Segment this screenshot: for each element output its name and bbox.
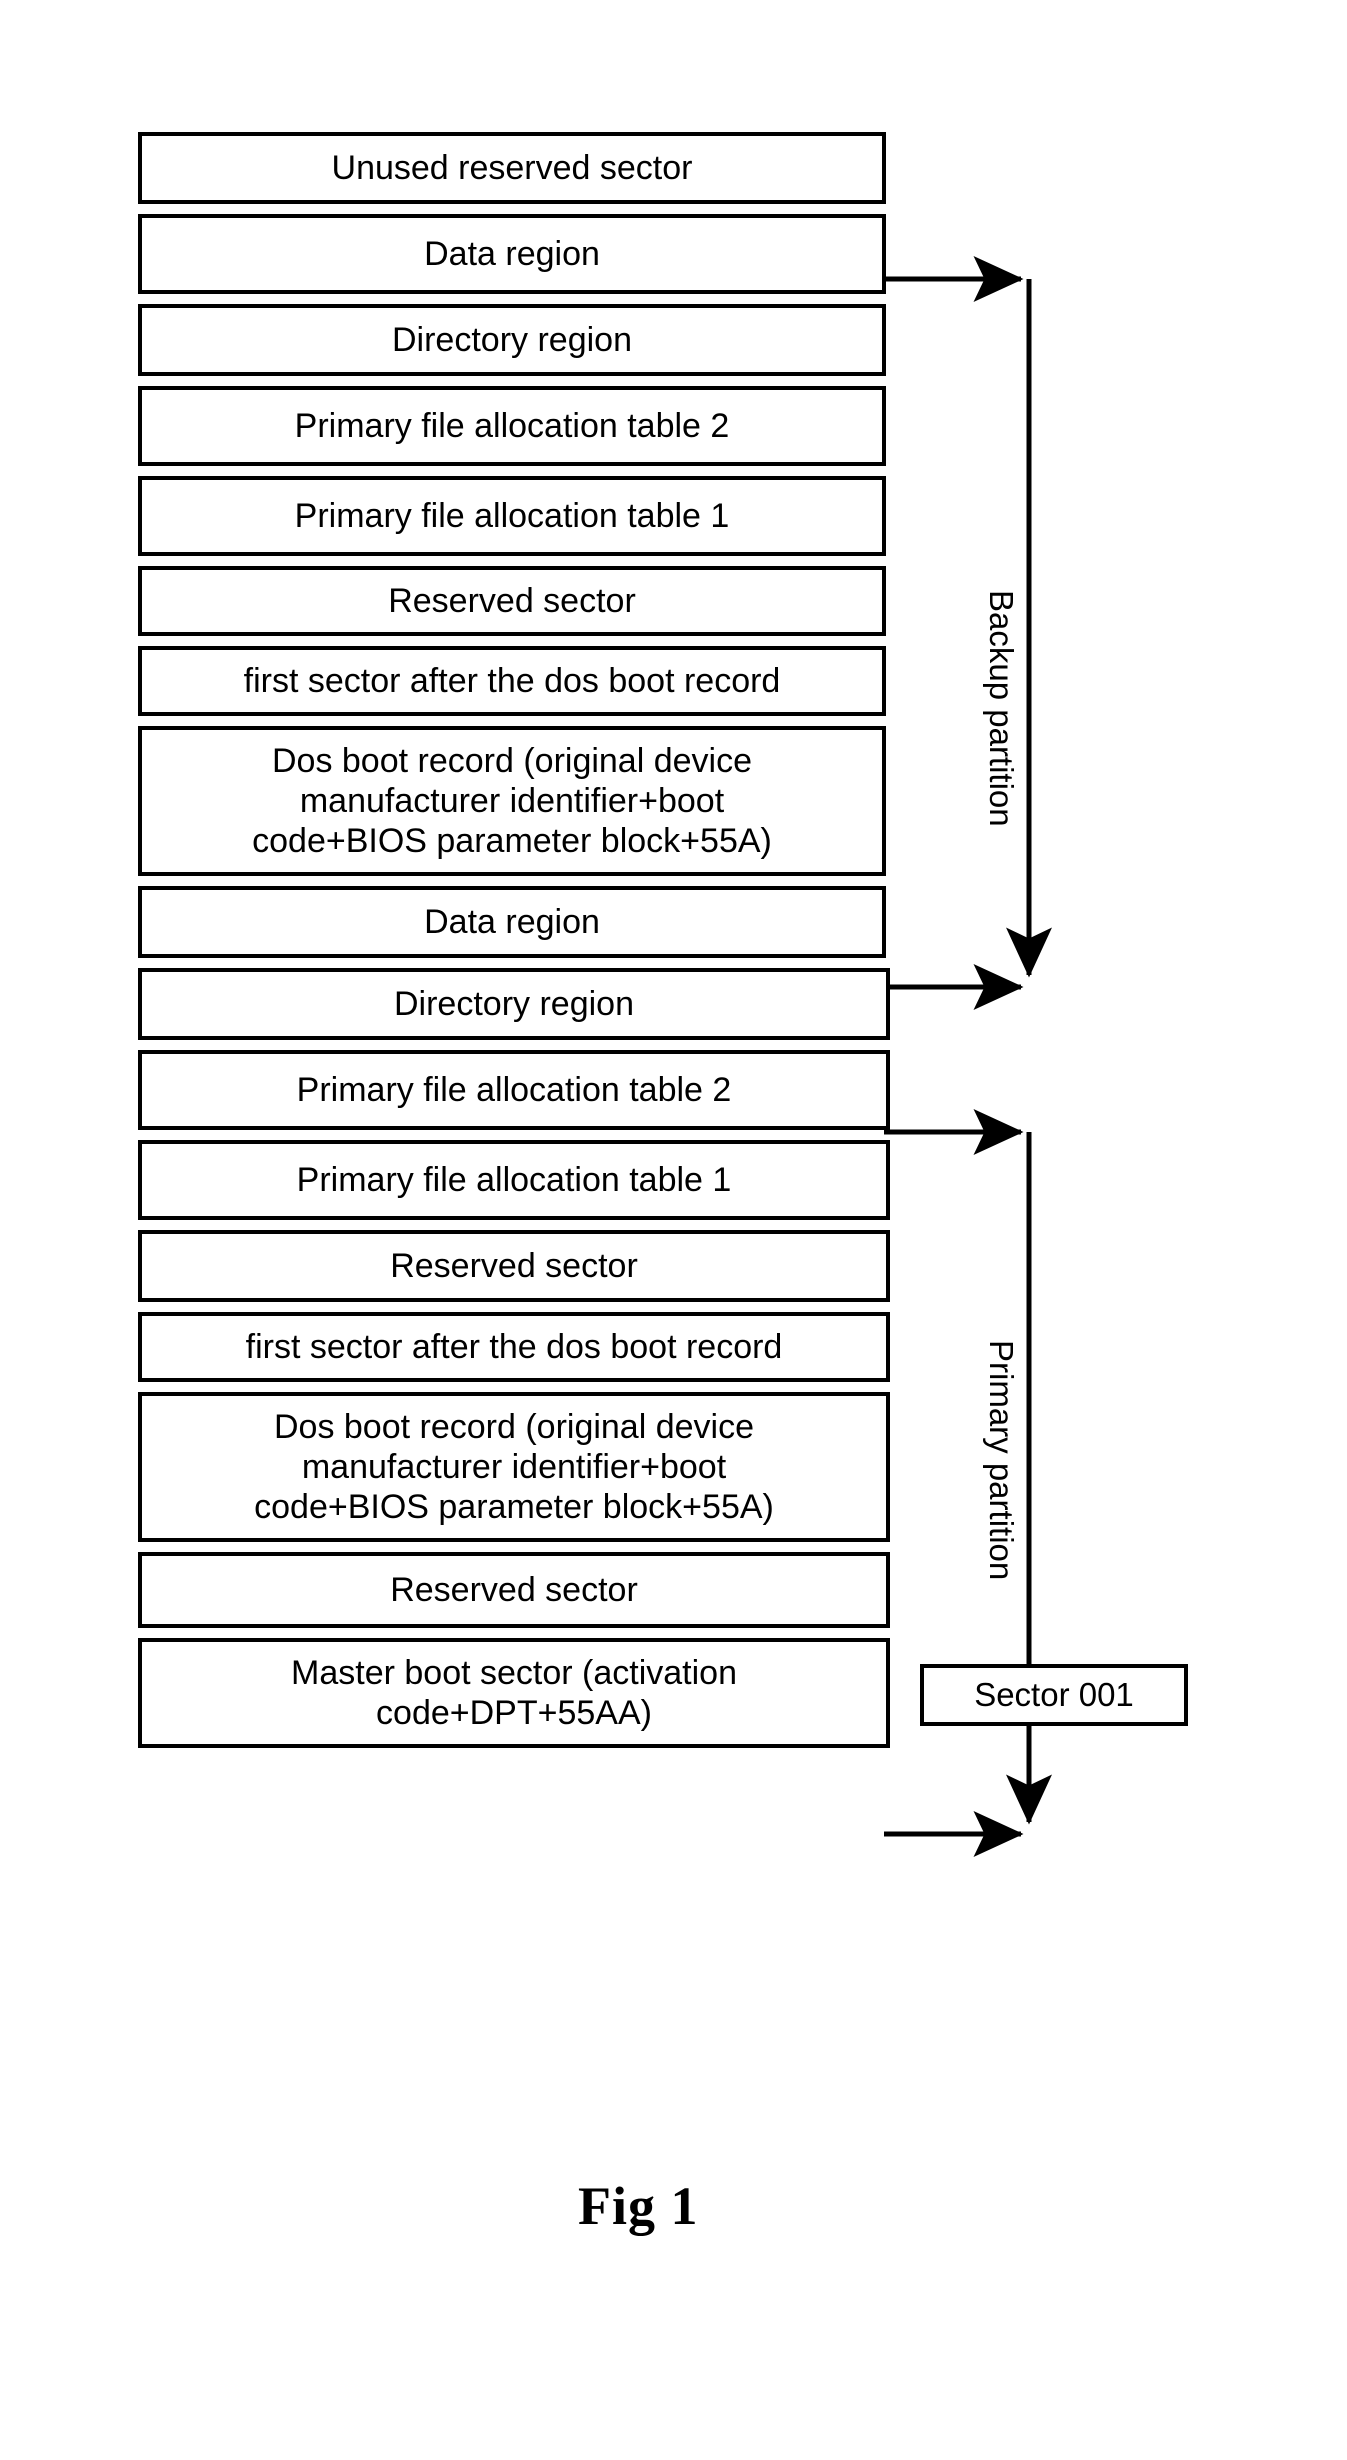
backup-partition-label: Backup partition bbox=[983, 590, 1020, 827]
sector-box-backup-first-sector[interactable]: first sector after the dos boot record bbox=[138, 646, 886, 716]
sector-box-backup-fat-2[interactable]: Primary file allocation table 2 bbox=[138, 386, 886, 466]
sector-box-master-boot-sector[interactable]: Master boot sector (activation code+DPT+… bbox=[138, 1638, 890, 1748]
sector-box-primary-dos-boot-record[interactable]: Dos boot record (original device manufac… bbox=[138, 1392, 890, 1542]
sector-box-label: Directory region bbox=[392, 320, 632, 359]
sector-box-backup-reserved-sector[interactable]: Reserved sector bbox=[138, 566, 886, 636]
sector-box-trailing-reserved-sector[interactable]: Reserved sector bbox=[138, 1552, 890, 1628]
sector-box-label: first sector after the dos boot record bbox=[245, 1327, 783, 1366]
sector-box-label: Reserved sector bbox=[390, 1570, 638, 1609]
sector-box-primary-directory-region[interactable]: Directory region bbox=[138, 968, 890, 1040]
sector-box-label: Reserved sector bbox=[390, 1246, 638, 1285]
sector-box-primary-data-region[interactable]: Data region bbox=[138, 886, 886, 958]
sector-box-backup-data-region[interactable]: Data region bbox=[138, 214, 886, 294]
sector-box-backup-fat-1[interactable]: Primary file allocation table 1 bbox=[138, 476, 886, 556]
sector-box-label: Master boot sector (activation code+DPT+… bbox=[291, 1653, 737, 1732]
figure-canvas: Unused reserved sector Data region Direc… bbox=[0, 0, 1347, 2460]
sector-box-label: Dos boot record (original device manufac… bbox=[254, 1407, 774, 1527]
sector-box-label: Primary file allocation table 2 bbox=[296, 1070, 732, 1109]
sector-box-primary-reserved-sector[interactable]: Reserved sector bbox=[138, 1230, 890, 1302]
sector-id-label: Sector 001 bbox=[974, 1676, 1134, 1713]
sector-box-primary-fat-2[interactable]: Primary file allocation table 2 bbox=[138, 1050, 890, 1130]
sector-id-box[interactable]: Sector 001 bbox=[920, 1664, 1188, 1726]
sector-box-label: Reserved sector bbox=[388, 581, 636, 620]
sector-box-label: Primary file allocation table 2 bbox=[294, 406, 730, 445]
primary-partition-label: Primary partition bbox=[983, 1340, 1020, 1581]
sector-box-label: Directory region bbox=[394, 984, 634, 1023]
sector-box-unused-reserved-sector[interactable]: Unused reserved sector bbox=[138, 132, 886, 204]
sector-box-label: Dos boot record (original device manufac… bbox=[252, 741, 772, 861]
sector-box-label: Data region bbox=[424, 902, 600, 941]
sector-box-backup-dos-boot-record[interactable]: Dos boot record (original device manufac… bbox=[138, 726, 886, 876]
figure-caption: Fig 1 bbox=[578, 2176, 699, 2236]
sector-box-label: first sector after the dos boot record bbox=[243, 661, 781, 700]
sector-box-label: Primary file allocation table 1 bbox=[294, 496, 730, 535]
sector-box-backup-directory-region[interactable]: Directory region bbox=[138, 304, 886, 376]
sector-box-label: Primary file allocation table 1 bbox=[296, 1160, 732, 1199]
sector-box-label: Data region bbox=[424, 234, 600, 273]
sector-box-label: Unused reserved sector bbox=[331, 148, 693, 187]
sector-box-primary-first-sector[interactable]: first sector after the dos boot record bbox=[138, 1312, 890, 1382]
sector-box-primary-fat-1[interactable]: Primary file allocation table 1 bbox=[138, 1140, 890, 1220]
